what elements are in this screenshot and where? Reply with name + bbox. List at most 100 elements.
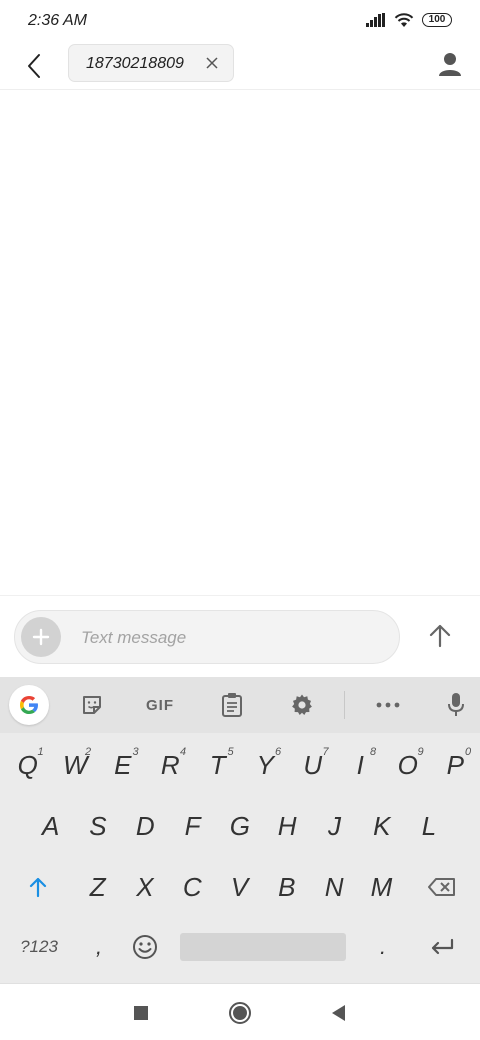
key-w[interactable]: W2 — [52, 745, 100, 785]
key-label: S — [89, 810, 107, 841]
chevron-left-icon — [28, 54, 40, 78]
home-circle-icon — [229, 1002, 251, 1024]
clipboard-icon — [222, 693, 242, 717]
key-g[interactable]: G — [216, 806, 263, 846]
key-r[interactable]: R4 — [147, 745, 195, 785]
key-m[interactable]: M — [358, 867, 405, 907]
key-label: Q — [17, 749, 38, 780]
home-button[interactable] — [225, 998, 255, 1028]
more-button[interactable] — [374, 691, 402, 719]
key-q[interactable]: Q1 — [4, 745, 52, 785]
microphone-icon — [448, 693, 464, 716]
key-hint: 7 — [322, 746, 329, 758]
back-button[interactable] — [18, 50, 50, 82]
status-icons: 100 — [366, 12, 452, 28]
triangle-back-icon — [332, 1005, 345, 1021]
recipient-number: 18730218809 — [86, 55, 184, 72]
contact-icon[interactable] — [436, 50, 464, 78]
key-t[interactable]: T5 — [194, 745, 242, 785]
attach-button[interactable] — [21, 617, 61, 657]
sticker-button[interactable] — [78, 691, 106, 719]
key-label: R — [160, 749, 180, 780]
conversation-header: 18730218809 — [0, 42, 480, 90]
key-f[interactable]: F — [169, 806, 216, 846]
key-label: A — [41, 810, 60, 841]
navigation-bar — [0, 983, 480, 1040]
back-nav-button[interactable] — [323, 998, 353, 1028]
key-n[interactable]: N — [311, 867, 358, 907]
compose-bar: Text message — [0, 595, 480, 677]
keyboard: GIF Q 1 W 2 E 3 R 4 T 5 Y 6 U 7 I 8 O 9 … — [0, 677, 480, 983]
key-p[interactable]: P0 — [432, 745, 480, 785]
comma-key[interactable]: , — [84, 929, 114, 965]
google-button[interactable] — [9, 685, 49, 725]
key-label: K — [373, 810, 391, 841]
key-label: F — [184, 810, 201, 841]
key-k[interactable]: K — [358, 806, 405, 846]
key-z[interactable]: Z — [74, 867, 121, 907]
key-label: D — [135, 810, 155, 841]
compose-field[interactable]: Text message — [14, 610, 400, 664]
recents-button[interactable] — [126, 998, 156, 1028]
toolbar-divider — [344, 691, 345, 719]
gif-label: GIF — [146, 696, 174, 714]
google-icon — [20, 696, 38, 714]
key-hint: 0 — [465, 746, 472, 758]
status-bar: 2:36 AM 100 — [0, 0, 480, 42]
key-v[interactable]: V — [216, 867, 263, 907]
key-y[interactable]: Y6 — [242, 745, 290, 785]
key-hint: 6 — [275, 746, 282, 758]
close-icon[interactable] — [205, 56, 219, 70]
key-hint: 8 — [370, 746, 377, 758]
period-key[interactable]: . — [368, 929, 398, 965]
key-o[interactable]: O9 — [384, 745, 432, 785]
key-l[interactable]: L — [405, 806, 452, 846]
key-label: U — [303, 749, 323, 780]
wifi-icon — [394, 13, 414, 27]
symbols-key[interactable]: ?123 — [14, 929, 64, 965]
key-s[interactable]: S — [74, 806, 121, 846]
key-label: H — [277, 810, 297, 841]
key-u[interactable]: U7 — [289, 745, 337, 785]
emoji-icon — [133, 935, 157, 959]
key-label: O — [397, 749, 418, 780]
signal-icon — [366, 13, 385, 27]
key-b[interactable]: B — [263, 867, 310, 907]
backspace-key[interactable] — [420, 869, 464, 905]
voice-input-button[interactable] — [444, 691, 468, 719]
key-label: J — [327, 810, 341, 841]
key-hint: 3 — [132, 746, 139, 758]
gear-icon — [292, 694, 312, 715]
enter-key[interactable] — [424, 929, 460, 965]
recipient-chip[interactable]: 18730218809 — [68, 44, 234, 82]
key-x[interactable]: X — [121, 867, 168, 907]
key-hint: 5 — [227, 746, 234, 758]
settings-button[interactable] — [288, 691, 316, 719]
key-i[interactable]: I8 — [337, 745, 385, 785]
key-c[interactable]: C — [169, 867, 216, 907]
clipboard-button[interactable] — [218, 691, 246, 719]
shift-key[interactable] — [18, 869, 58, 905]
plus-icon — [32, 628, 50, 646]
space-key[interactable] — [180, 933, 346, 961]
gif-button[interactable]: GIF — [140, 691, 180, 719]
key-a[interactable]: A — [27, 806, 74, 846]
key-hint: 4 — [180, 746, 187, 758]
send-arrow-icon[interactable] — [426, 622, 454, 650]
key-e[interactable]: E3 — [99, 745, 147, 785]
key-label: C — [182, 871, 202, 902]
key-label: N — [324, 871, 344, 902]
key-j[interactable]: J — [311, 806, 358, 846]
shift-arrow-icon — [29, 877, 47, 898]
key-d[interactable]: D — [122, 806, 169, 846]
battery-level: 100 — [428, 14, 446, 25]
square-icon — [134, 1006, 148, 1020]
key-label: M — [370, 871, 393, 902]
key-label: Z — [89, 871, 106, 902]
sticker-icon — [83, 696, 101, 714]
key-label: G — [229, 810, 250, 841]
key-h[interactable]: H — [264, 806, 311, 846]
message-input[interactable]: Text message — [81, 628, 186, 648]
emoji-key[interactable] — [128, 929, 162, 965]
key-hint: 2 — [85, 746, 92, 758]
